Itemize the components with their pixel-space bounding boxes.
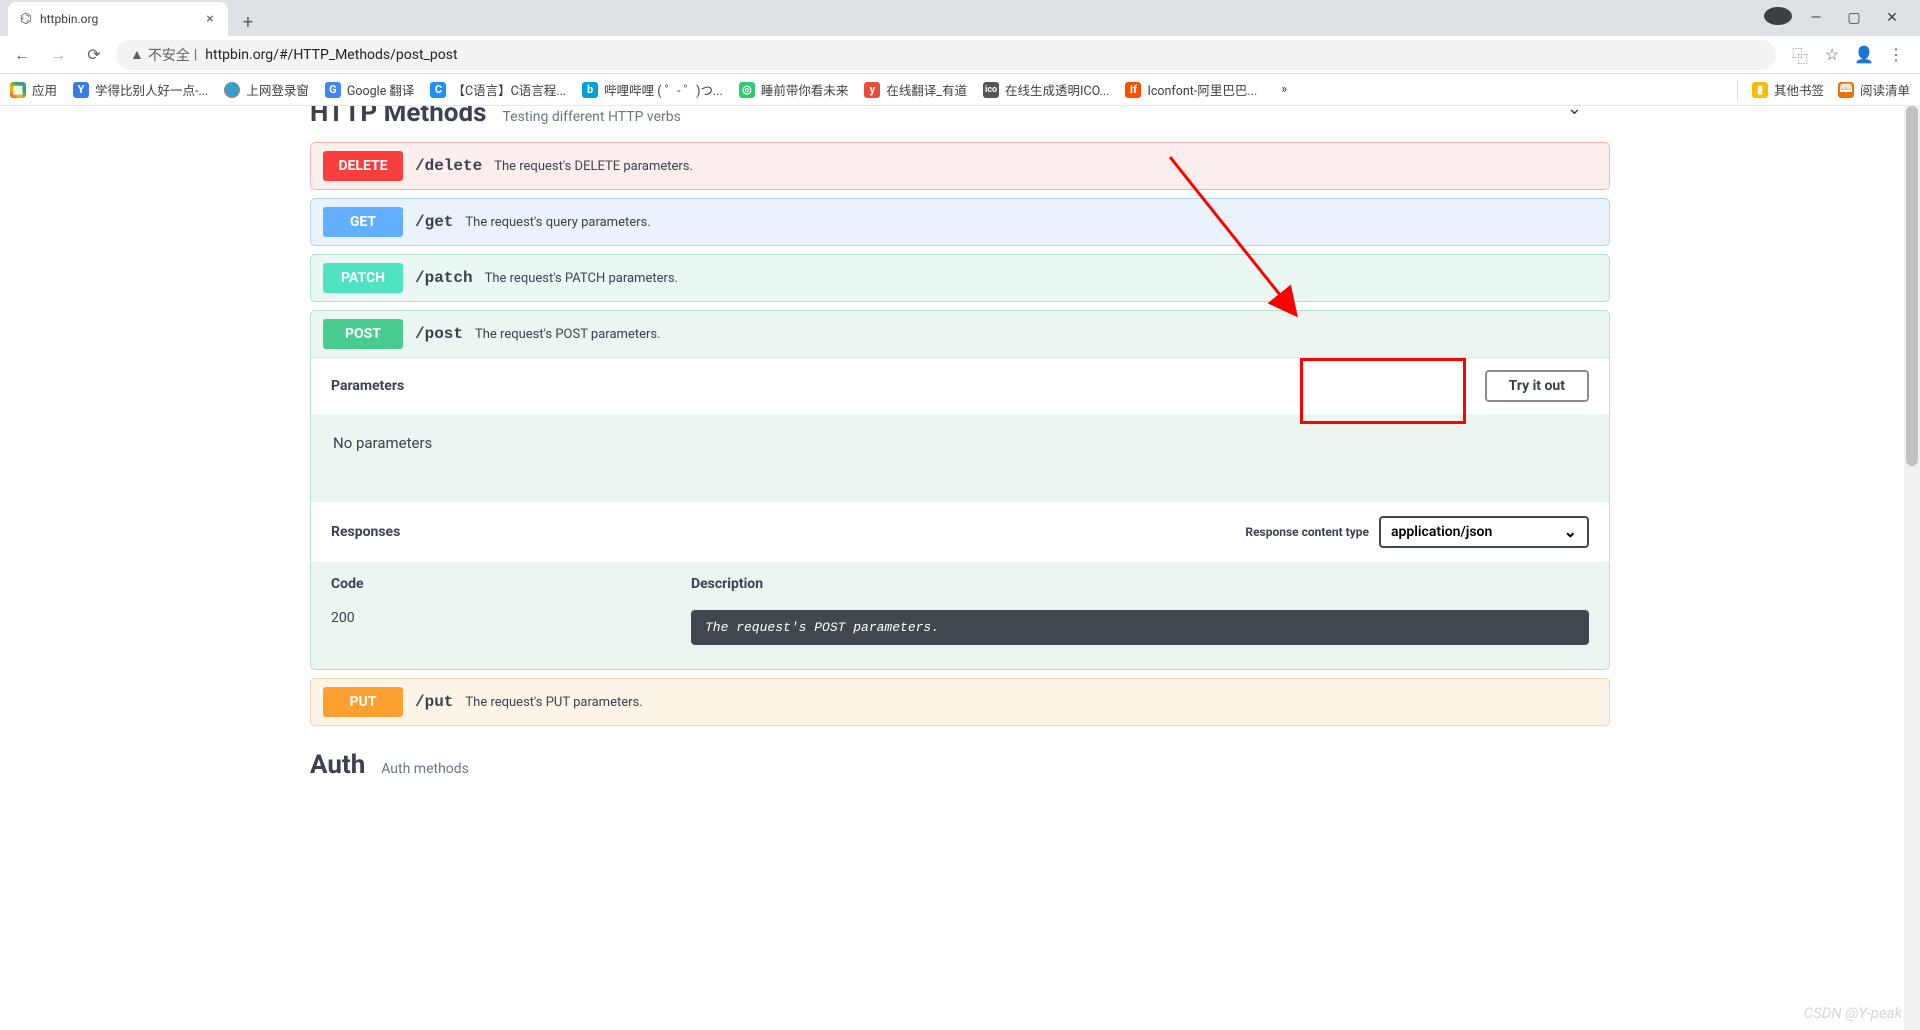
op-get[interactable]: GET /get The request's query parameters. [310,198,1610,246]
op-summary: The request's PATCH parameters. [485,271,678,286]
response-code: 200 [331,610,691,645]
method-badge-post: POST [323,319,403,349]
op-post-head[interactable]: POST /post The request's POST parameters… [311,311,1609,357]
star-icon[interactable]: ☆ [1822,45,1842,65]
bookmark-bar: ▦ 应用 Y学得比别人好一点-... 🌐上网登录窗 GGoogle 翻译 C【C… [0,74,1920,106]
translate-icon[interactable]: ⿻ [1790,45,1810,65]
new-tab-button[interactable]: + [234,8,262,36]
bookmark-icon: C [430,82,446,98]
closewin-icon[interactable]: ✕ [1878,10,1906,26]
page-content: HTTP Methods Testing different HTTP verb… [0,106,1920,1030]
section-header[interactable]: HTTP Methods Testing different HTTP verb… [310,106,1610,134]
op-patch[interactable]: PATCH /patch The request's PATCH paramet… [310,254,1610,302]
bookmark-item[interactable]: b哔哩哔哩 ( ゜- ゜)つ... [582,80,723,99]
tab-favicon: ⌬ [18,11,34,27]
apps-icon: ▦ [10,82,26,98]
window-controls: — ▢ ✕ [1764,0,1920,36]
op-post: POST /post The request's POST parameters… [310,310,1610,670]
bookmark-item[interactable]: ◎睡前带你看未来 [739,80,849,99]
tab-title: httpbin.org [40,12,196,26]
content-type-select[interactable]: application/json [1379,516,1589,548]
op-path: /patch [415,269,473,287]
bookmark-item[interactable]: y在线翻译_有道 [864,80,967,99]
response-desc: The request's POST parameters. [691,610,1589,645]
minimize-icon[interactable]: — [1802,10,1830,26]
bookmark-item[interactable]: IfIconfont-阿里巴巴... [1125,80,1257,99]
address-bar: ← → ⟳ ▲ 不安全 | httpbin.org/#/HTTP_Methods… [0,36,1920,74]
op-summary: The request's query parameters. [465,215,650,230]
url-input[interactable]: ▲ 不安全 | httpbin.org/#/HTTP_Methods/post_… [116,40,1776,70]
op-path: /post [415,325,463,343]
bookmark-item[interactable]: Y学得比别人好一点-... [73,80,208,99]
method-badge-patch: PATCH [323,263,403,293]
parameters-label: Parameters [331,378,404,394]
watermark: CSDN @Y-peak [1804,1004,1902,1022]
responses-bar: Responses Response content type applicat… [311,502,1609,562]
reading-icon: 🕮 [1838,82,1854,98]
auth-title: Auth [310,750,365,780]
browser-tab-bar: ⌬ httpbin.org × + — ▢ ✕ [0,0,1920,36]
scrollbar[interactable] [1904,106,1920,1030]
bookmark-icon: y [864,82,880,98]
op-path: /delete [415,157,482,175]
folder-icon: ▮ [1752,82,1768,98]
menu-icon[interactable]: ⋮ [1886,45,1906,65]
bookmark-icon: b [582,82,598,98]
response-row: 200 The request's POST parameters. [331,610,1589,645]
bookmark-overflow[interactable]: » [1281,82,1287,97]
extension-icon[interactable] [1764,7,1792,29]
browser-tab[interactable]: ⌬ httpbin.org × [8,2,228,36]
chevron-down-icon[interactable]: ⌄ [1567,106,1582,119]
op-summary: The request's DELETE parameters. [494,159,693,174]
responses-label: Responses [331,524,400,540]
bookmark-icon: G [325,82,341,98]
code-header: Code [331,576,691,592]
globe-icon: 🌐 [224,82,240,98]
bookmark-item[interactable]: C【C语言】C语言程... [430,80,566,99]
bookmark-icon: ico [983,82,999,98]
maximize-icon[interactable]: ▢ [1840,10,1868,26]
parameters-bar: Parameters Try it out [311,358,1609,414]
bookmark-item[interactable]: GGoogle 翻译 [325,80,415,99]
close-icon[interactable]: × [202,11,218,27]
op-summary: The request's POST parameters. [475,327,661,342]
scrollbar-thumb[interactable] [1906,106,1918,466]
method-badge-get: GET [323,207,403,237]
insecure-badge[interactable]: ▲ 不安全 | [130,45,197,65]
responses-table: Code Description 200 The request's POST … [311,562,1609,669]
auth-desc: Auth methods [381,761,469,777]
warning-icon: ▲ [130,46,144,63]
section-desc: Testing different HTTP verbs [502,109,680,125]
bookmark-icon: Y [73,82,89,98]
other-bookmarks[interactable]: ▮其他书签 [1752,80,1824,99]
bookmark-icon: ◎ [739,82,755,98]
no-parameters-text: No parameters [311,414,1609,502]
try-it-out-button[interactable]: Try it out [1485,370,1589,402]
op-summary: The request's PUT parameters. [465,695,642,710]
separator [1737,80,1738,100]
content-type-label: Response content type [1245,525,1369,539]
forward-button[interactable]: → [44,41,72,69]
back-button[interactable]: ← [8,41,36,69]
section-header-auth[interactable]: Auth Auth methods [310,750,1610,786]
op-put[interactable]: PUT /put The request's PUT parameters. [310,678,1610,726]
url-text: httpbin.org/#/HTTP_Methods/post_post [205,47,457,63]
bookmark-item[interactable]: ico在线生成透明ICO... [983,80,1109,99]
op-path: /get [415,213,453,231]
bookmark-icon: If [1125,82,1141,98]
method-badge-put: PUT [323,687,403,717]
op-path: /put [415,693,453,711]
profile-icon[interactable]: 👤 [1854,45,1874,65]
op-delete[interactable]: DELETE /delete The request's DELETE para… [310,142,1610,190]
op-post-body: Parameters Try it out No parameters Resp… [311,357,1609,669]
method-badge-delete: DELETE [323,151,403,181]
apps-button[interactable]: ▦ 应用 [10,80,57,99]
reading-list[interactable]: 🕮阅读清单 [1838,80,1910,99]
bookmark-item[interactable]: 🌐上网登录窗 [224,80,309,99]
section-title: HTTP Methods [310,106,486,128]
reload-button[interactable]: ⟳ [80,41,108,69]
desc-header: Description [691,576,763,592]
